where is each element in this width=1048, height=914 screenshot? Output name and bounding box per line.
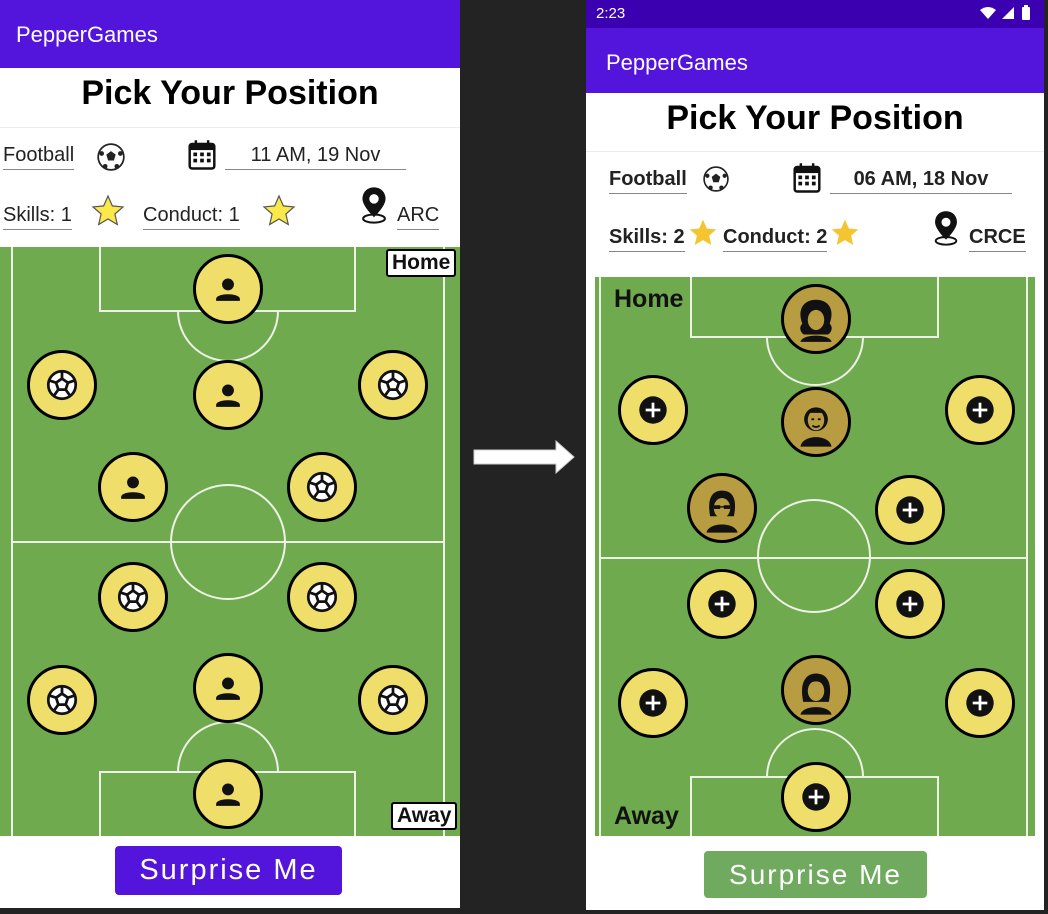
position-slot[interactable] bbox=[98, 562, 168, 632]
position-slot[interactable] bbox=[98, 452, 168, 522]
page-title: Pick Your Position bbox=[666, 99, 964, 137]
football-pitch: Home Away bbox=[595, 277, 1035, 836]
soccer-ball-icon bbox=[703, 166, 729, 197]
position-slot[interactable] bbox=[358, 350, 428, 420]
page-title: Pick Your Position bbox=[81, 74, 379, 112]
wifi-signal-battery-icon bbox=[980, 5, 1030, 20]
star-icon[interactable] bbox=[89, 193, 127, 234]
surprise-me-button[interactable]: Surprise Me bbox=[704, 851, 927, 898]
position-slot[interactable] bbox=[287, 452, 357, 522]
sport-field[interactable]: Football bbox=[609, 168, 687, 194]
empty-position-slot[interactable] bbox=[781, 762, 851, 832]
soccer-ball-icon bbox=[97, 143, 125, 176]
status-bar: 2:23 bbox=[586, 0, 1044, 28]
screen-before: PepperGames Pick Your Position Football … bbox=[0, 0, 460, 908]
empty-position-slot[interactable] bbox=[875, 475, 945, 545]
player-avatar[interactable] bbox=[781, 387, 851, 457]
position-slot[interactable] bbox=[358, 665, 428, 735]
divider bbox=[0, 127, 460, 128]
star-icon[interactable] bbox=[829, 217, 861, 254]
player-avatar[interactable] bbox=[687, 473, 757, 543]
empty-position-slot[interactable] bbox=[945, 375, 1015, 445]
datetime-field[interactable]: 11 AM, 19 Nov bbox=[225, 144, 406, 170]
datetime-field[interactable]: 06 AM, 18 Nov bbox=[830, 168, 1012, 194]
position-slot[interactable] bbox=[27, 665, 97, 735]
away-label: Away bbox=[391, 802, 458, 830]
app-title: PepperGames bbox=[16, 22, 158, 47]
pitch-lines bbox=[599, 277, 1028, 836]
position-slot[interactable] bbox=[193, 759, 263, 829]
right-arrow-icon bbox=[473, 440, 575, 474]
conduct-rating: Conduct: 2 bbox=[723, 226, 828, 252]
location-pin-icon[interactable] bbox=[357, 186, 391, 229]
star-icon[interactable] bbox=[260, 193, 298, 234]
location-pin-icon[interactable] bbox=[930, 210, 962, 251]
location-field[interactable]: ARC bbox=[397, 204, 440, 230]
position-slot[interactable] bbox=[27, 350, 97, 420]
football-pitch: Home Away bbox=[0, 247, 460, 836]
status-time: 2:23 bbox=[596, 5, 626, 22]
home-label: Home bbox=[614, 285, 684, 313]
empty-position-slot[interactable] bbox=[618, 375, 688, 445]
app-title: PepperGames bbox=[606, 50, 748, 75]
away-label: Away bbox=[614, 802, 679, 830]
empty-position-slot[interactable] bbox=[945, 668, 1015, 738]
star-icon[interactable] bbox=[687, 217, 719, 254]
screen-after: 2:23 PepperGames Pick Your Position Foot… bbox=[586, 0, 1044, 910]
divider bbox=[586, 151, 1044, 152]
location-field[interactable]: CRCE bbox=[969, 226, 1026, 252]
pitch-lines bbox=[11, 247, 445, 836]
player-avatar[interactable] bbox=[781, 655, 851, 725]
position-slot[interactable] bbox=[193, 360, 263, 430]
empty-position-slot[interactable] bbox=[618, 668, 688, 738]
player-avatar[interactable] bbox=[781, 284, 851, 354]
position-slot[interactable] bbox=[193, 653, 263, 723]
conduct-rating: Conduct: 1 bbox=[143, 204, 240, 230]
home-label: Home bbox=[386, 249, 457, 277]
surprise-me-button[interactable]: Surprise Me bbox=[115, 846, 342, 895]
position-slot[interactable] bbox=[287, 562, 357, 632]
skills-rating: Skills: 1 bbox=[3, 204, 72, 230]
empty-position-slot[interactable] bbox=[875, 569, 945, 639]
calendar-icon[interactable] bbox=[187, 139, 217, 176]
empty-position-slot[interactable] bbox=[687, 569, 757, 639]
position-slot[interactable] bbox=[193, 254, 263, 324]
app-bar: PepperGames bbox=[586, 28, 1044, 93]
sport-field[interactable]: Football bbox=[3, 144, 75, 170]
app-bar: PepperGames bbox=[0, 0, 460, 68]
calendar-icon[interactable] bbox=[792, 162, 822, 199]
skills-rating: Skills: 2 bbox=[609, 226, 685, 252]
status-icons bbox=[978, 5, 1036, 26]
